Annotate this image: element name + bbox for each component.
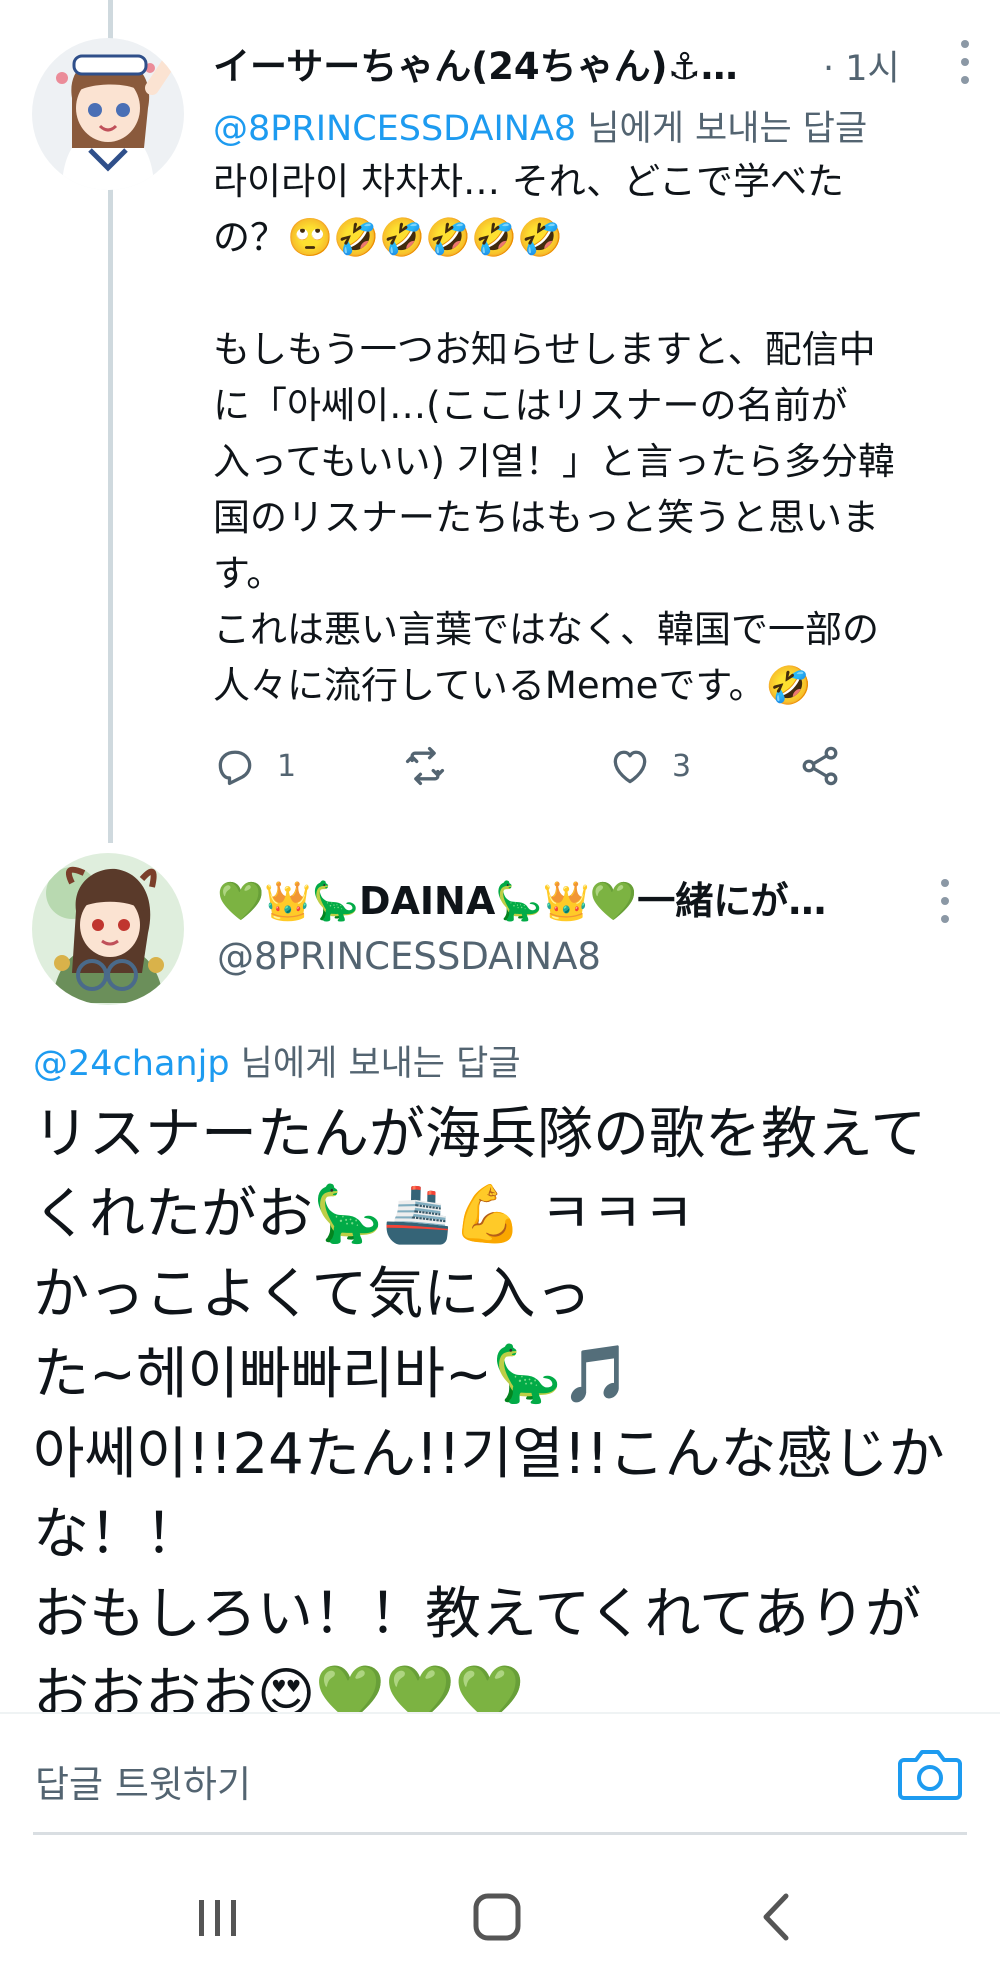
more-vertical-icon[interactable] (935, 877, 955, 927)
user-handle[interactable]: @8PRINCESSDAINA8 (217, 935, 601, 978)
share-icon (802, 746, 838, 786)
home-icon[interactable] (462, 1882, 532, 1952)
back-icon[interactable] (742, 1882, 812, 1952)
replying-to-line: @24chanjp 님에게 보내는 답글 (33, 1035, 521, 1086)
share-button[interactable] (798, 738, 842, 794)
retweet-icon (405, 746, 445, 786)
replying-to-handle[interactable]: @24chanjp (33, 1044, 230, 1084)
heart-icon (613, 750, 647, 784)
tweet-header: イーサーちゃん(24ちゃん)⚓… · 1시 (213, 36, 983, 96)
more-vertical-icon[interactable] (955, 38, 975, 88)
reply-composer-bar: 답글 트윗하기 (0, 1712, 1000, 1842)
recent-apps-icon[interactable] (183, 1882, 253, 1952)
reply-count: 1 (277, 748, 297, 784)
tweet-thread-screen: イーサーちゃん(24ちゃん)⚓… · 1시 @8PRINCESSDAINA8 님… (0, 0, 1000, 1987)
system-navigation-bar (0, 1842, 1000, 1987)
avatar[interactable] (32, 38, 184, 190)
display-name[interactable]: 💚👑🦕DAINA🦕👑💚一緒にが… (217, 870, 897, 925)
tweet-text: 라이라이 차차차… それ、どこで学べた の？🙄🤣🤣🤣🤣🤣 もしもう一つお知らせし… (213, 160, 895, 707)
reply-input-underline (33, 1832, 967, 1835)
replying-to-handle[interactable]: @8PRINCESSDAINA8 (213, 109, 576, 149)
retweet-button[interactable] (403, 738, 467, 794)
like-button[interactable]: 3 (608, 738, 691, 794)
tweet-timestamp[interactable]: · 1시 (823, 40, 900, 91)
replying-to-suffix: 님에게 보내는 답글 (576, 109, 868, 149)
replying-to-line: @8PRINCESSDAINA8 님에게 보내는 답글 (213, 100, 867, 151)
reply-input[interactable]: 답글 트윗하기 (35, 1754, 251, 1808)
tweet-text: リスナーたんが海兵隊の歌を教えて くれたがお🦕🚢💪 ㅋㅋㅋ かっこよくて気に入っ… (33, 1102, 945, 1727)
camera-icon[interactable] (898, 1746, 962, 1802)
tweet-action-bar: 1 3 (213, 738, 973, 794)
reply-icon (218, 750, 252, 786)
avatar[interactable] (32, 853, 184, 1005)
like-count: 3 (672, 748, 692, 784)
display-name[interactable]: イーサーちゃん(24ちゃん)⚓… (213, 36, 813, 90)
reply-button[interactable]: 1 (213, 738, 296, 794)
replying-to-suffix: 님에게 보내는 답글 (229, 1044, 521, 1084)
